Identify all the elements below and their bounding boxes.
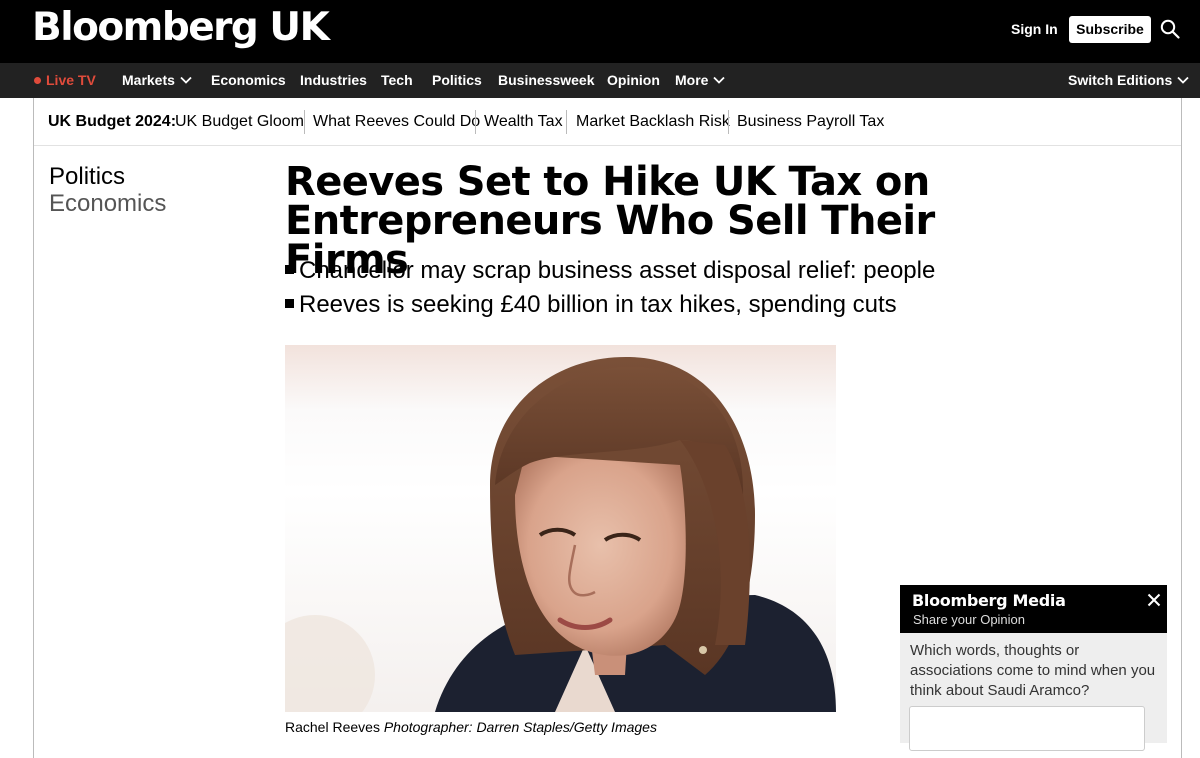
topic-link-business-payroll-tax[interactable]: Business Payroll Tax (737, 112, 884, 132)
nav-more-label: More (675, 72, 709, 88)
nav-more[interactable]: More (675, 63, 726, 98)
survey-widget-header: Bloomberg Media Share your Opinion (900, 585, 1167, 633)
live-dot-icon (34, 77, 41, 84)
nav-live-tv-label: Live TV (46, 72, 96, 88)
chevron-down-icon (1177, 76, 1189, 84)
nav-businessweek[interactable]: Businessweek (498, 63, 595, 98)
topic-link-wealth-tax[interactable]: Wealth Tax (484, 112, 563, 132)
nav-live-tv[interactable]: Live TV (34, 63, 96, 98)
nav-industries[interactable]: Industries (300, 63, 367, 98)
chevron-down-icon (180, 76, 192, 84)
survey-question: Which words, thoughts or associations co… (910, 642, 1156, 699)
article-photo (285, 345, 836, 712)
nav-markets[interactable]: Markets (122, 63, 192, 98)
nav-markets-label: Markets (122, 72, 175, 88)
survey-answer-input[interactable] (909, 706, 1145, 751)
article-tag-economics[interactable]: Economics (49, 190, 166, 218)
sign-in-link[interactable]: Sign In (1011, 20, 1058, 38)
nav-politics[interactable]: Politics (432, 63, 482, 98)
switch-editions-label: Switch Editions (1068, 72, 1173, 88)
bullet-square-icon (285, 299, 294, 308)
search-icon[interactable] (1160, 19, 1180, 39)
topic-link-uk-budget-gloom[interactable]: UK Budget Gloom (175, 112, 304, 132)
summary-bullet: Reeves is seeking £40 billion in tax hik… (285, 290, 897, 320)
nav-opinion[interactable]: Opinion (607, 63, 660, 98)
summary-bullet-text: Chancellor may scrap business asset disp… (299, 257, 936, 284)
article-tag-politics[interactable]: Politics (49, 163, 125, 191)
top-bar: Bloomberg UK Sign In Subscribe (0, 0, 1200, 63)
survey-widget-body: Which words, thoughts or associations co… (900, 633, 1167, 751)
close-icon[interactable] (1147, 593, 1161, 607)
nav-economics[interactable]: Economics (211, 63, 286, 98)
topic-divider (304, 110, 305, 134)
main-nav: Live TV Markets Economics Industries Tec… (0, 63, 1200, 98)
survey-title: Bloomberg Media (912, 591, 1066, 610)
bloomberg-uk-logo[interactable]: Bloomberg UK (32, 4, 330, 52)
summary-bullet: Chancellor may scrap business asset disp… (285, 256, 935, 286)
topic-divider (475, 110, 476, 134)
nav-tech[interactable]: Tech (381, 63, 413, 98)
topic-divider (566, 110, 567, 134)
portrait-illustration (285, 356, 836, 712)
topic-divider (728, 110, 729, 134)
topic-link-what-reeves-could-do[interactable]: What Reeves Could Do (313, 112, 480, 132)
survey-subtitle: Share your Opinion (913, 612, 1026, 627)
caption-subject: Rachel Reeves (285, 719, 380, 735)
photo-caption: Rachel Reeves Photographer: Darren Stapl… (285, 718, 657, 736)
subscribe-button[interactable]: Subscribe (1069, 16, 1151, 43)
switch-editions[interactable]: Switch Editions (1068, 63, 1189, 98)
summary-bullet-text: Reeves is seeking £40 billion in tax hik… (299, 291, 897, 318)
caption-credit: Photographer: Darren Staples/Getty Image… (383, 719, 657, 735)
chevron-down-icon (713, 76, 726, 84)
topic-link-market-backlash-risk[interactable]: Market Backlash Risk (576, 112, 730, 132)
bullet-square-icon (285, 265, 294, 274)
topic-bar-label: UK Budget 2024: (48, 113, 177, 130)
